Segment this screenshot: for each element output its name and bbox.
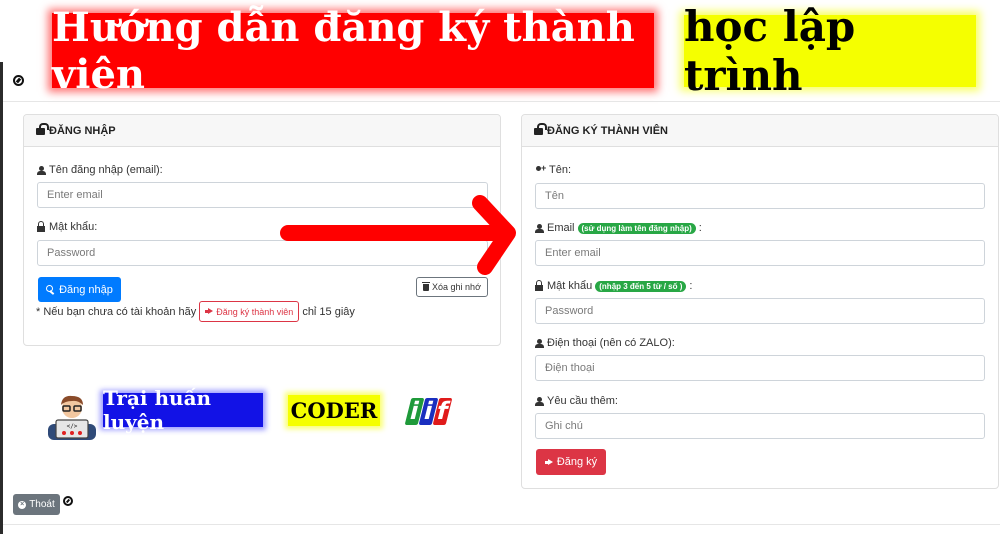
register-password-input[interactable]: [535, 298, 985, 324]
annotation-arrow-icon: [280, 195, 516, 275]
username-label: Tên đăng nhập (email):: [37, 164, 163, 176]
email-label: Email (sử dụng làm tên đăng nhập) :: [535, 222, 702, 234]
svg-text:</>: </>: [67, 423, 78, 430]
password-label-text: Mật khẩu:: [49, 221, 98, 233]
title-banner-red: Hướng dẫn đăng ký thành viên: [52, 4, 654, 98]
user-icon: [37, 165, 46, 175]
unlock-icon: [534, 123, 547, 135]
password-label: Mật khẩu:: [37, 221, 97, 233]
phone-label: Điện thoại (nên có ZALO):: [535, 337, 675, 349]
login-button-label: Đăng nhập: [59, 283, 113, 296]
register-note-input[interactable]: [535, 413, 985, 439]
key-icon: [46, 285, 55, 294]
colon: :: [689, 280, 693, 292]
phone-label-text: Điện thoại (nên có ZALO):: [547, 337, 675, 349]
register-link-button[interactable]: Đăng ký thành viên: [199, 301, 300, 322]
close-circle-icon: ×: [18, 500, 27, 509]
clear-remember-label: Xóa ghi nhớ: [432, 282, 481, 292]
register-password-label-text: Mật khẩu: [547, 280, 593, 292]
login-button[interactable]: Đăng nhập: [38, 277, 121, 302]
megaphone-icon: [205, 308, 213, 315]
coder-tag: CODER: [288, 395, 380, 426]
note-label: Yêu cầu thêm:: [535, 395, 618, 407]
clear-remember-button[interactable]: Xóa ghi nhớ: [416, 277, 488, 297]
bootcamp-tag-text: Trại huấn luyện: [103, 386, 212, 434]
user-icon: [535, 396, 544, 406]
user-icon: [535, 223, 544, 233]
user-plus-icon: [535, 163, 546, 175]
name-label: Tên:: [535, 163, 572, 176]
title-banner-yellow: học lập trình: [684, 2, 976, 100]
username-label-text: Tên đăng nhập (email):: [49, 164, 163, 176]
lock-icon: [535, 280, 543, 291]
coder-tag-text: CODER: [290, 398, 378, 423]
register-hint: * Nếu bạn chưa có tài khoản hãy Đăng ký …: [36, 301, 355, 322]
register-submit-button[interactable]: Đăng ký: [536, 449, 606, 475]
name-label-text: Tên:: [549, 164, 572, 176]
login-card-title: ĐĂNG NHẬP: [49, 124, 116, 137]
iif-logo: i i f: [404, 397, 453, 425]
hint-suffix: chỉ 15 giây: [302, 305, 355, 318]
email-label-text: Email: [547, 222, 575, 234]
title-banner-yellow-text: học lập trình: [684, 2, 856, 100]
logout-button[interactable]: × Thoát: [13, 494, 60, 515]
compass-icon[interactable]: [63, 496, 73, 506]
lock-icon: [37, 221, 45, 232]
title-banner-red-text: Hướng dẫn đăng ký thành viên: [52, 3, 635, 98]
register-submit-label: Đăng ký: [556, 456, 598, 468]
register-email-input[interactable]: [535, 240, 985, 266]
register-card-header: ĐĂNG KÝ THÀNH VIÊN: [522, 115, 998, 147]
register-name-input[interactable]: [535, 183, 985, 209]
password-hint-badge: (nhập 3 đến 5 từ / số ): [595, 280, 687, 292]
left-edge-strip: [0, 62, 3, 534]
hint-prefix: * Nếu bạn chưa có tài khoản hãy: [36, 305, 197, 318]
register-link-label: Đăng ký thành viên: [216, 306, 294, 317]
bootcamp-tag: Trại huấn luyện: [103, 386, 263, 434]
coder-avatar-icon: </>: [48, 395, 96, 440]
unlock-icon: [36, 123, 49, 135]
register-phone-input[interactable]: [535, 355, 985, 381]
megaphone-icon: [544, 459, 553, 466]
colon: :: [698, 222, 702, 234]
user-icon: [535, 338, 544, 348]
register-password-label: Mật khẩu (nhập 3 đến 5 từ / số ) :: [535, 280, 692, 292]
divider: [3, 524, 1000, 525]
divider: [3, 101, 1000, 102]
email-hint-badge: (sử dụng làm tên đăng nhập): [577, 222, 696, 234]
note-label-text: Yêu cầu thêm:: [547, 395, 618, 407]
register-card-title: ĐĂNG KÝ THÀNH VIÊN: [547, 124, 669, 137]
compass-icon[interactable]: [13, 75, 24, 86]
trash-icon: [422, 281, 431, 291]
login-card-header: ĐĂNG NHẬP: [24, 115, 500, 147]
register-card: ĐĂNG KÝ THÀNH VIÊN Tên: Email (sử dụng l…: [521, 114, 999, 489]
logout-label: Thoát: [29, 499, 55, 510]
